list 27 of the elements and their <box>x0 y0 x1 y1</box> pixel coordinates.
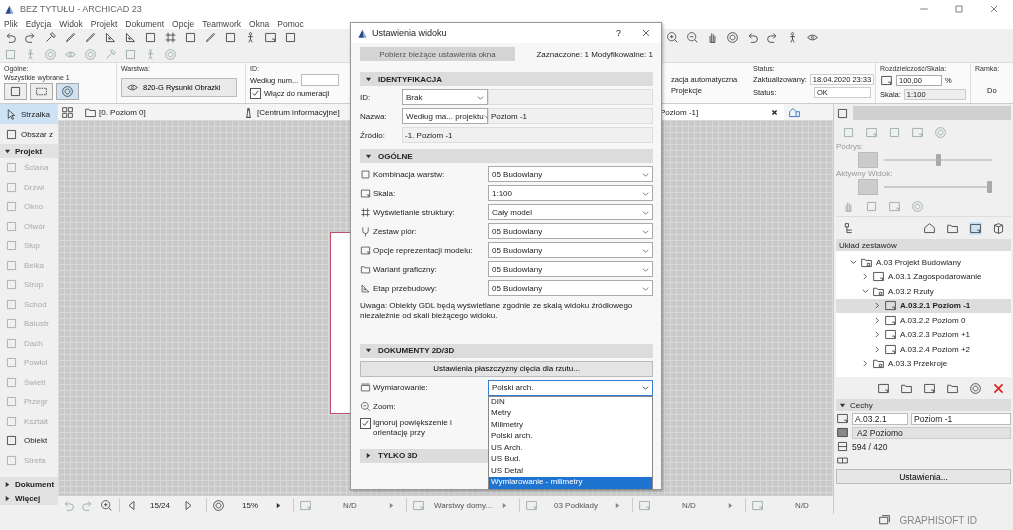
slider-label: Aktywny Widok: <box>836 169 894 178</box>
page-counter: 15/24 <box>150 500 170 510</box>
dialog-title: Ustawienia widoku <box>372 28 447 38</box>
selection-info: Zaznaczone: 1 Modyfikowalne: 1 <box>536 49 653 59</box>
slider-label: Podrys: <box>836 142 865 151</box>
status-value: N/D <box>682 500 696 510</box>
field-label: Zoom: <box>373 402 396 412</box>
field-label: Skala: <box>373 188 396 198</box>
sheet-size: 594 / 420 <box>852 441 888 452</box>
status-value: N/D <box>343 500 357 510</box>
field-label: Zestaw piór: <box>373 226 417 236</box>
status-value: N/D <box>795 500 809 510</box>
window-title: BEZ TYTUŁU - ARCHICAD 23 <box>20 4 142 14</box>
field-label: Wyświetlanie struktury: <box>373 207 455 217</box>
status-value: Warstwy domy... <box>433 500 493 510</box>
field-label: Kombinacja warstw: <box>373 169 445 179</box>
field-label: ID: <box>360 92 372 102</box>
field-label: Wymiarowanie: <box>373 383 428 393</box>
zoom-value: 15% <box>242 500 258 510</box>
field-label: Nazwa: <box>360 111 388 121</box>
field-label: Opcje reprezentacji modelu: <box>373 245 473 255</box>
status-value: 03 Podkłady <box>554 500 598 510</box>
field-label: Wariant graficzny: <box>373 264 437 274</box>
field-label: Źródło: <box>360 130 386 140</box>
note-text: Uwaga: Obiekty GDL będą wyświetlane zgodnie ze skalą widoku źródłowego niezależnie od skali bieżącego widoku. <box>360 301 634 322</box>
field-label: Etap przebudowy: <box>373 283 438 293</box>
checkbox-label: Ignoruj powiększenie i orientację przy <box>373 417 453 438</box>
